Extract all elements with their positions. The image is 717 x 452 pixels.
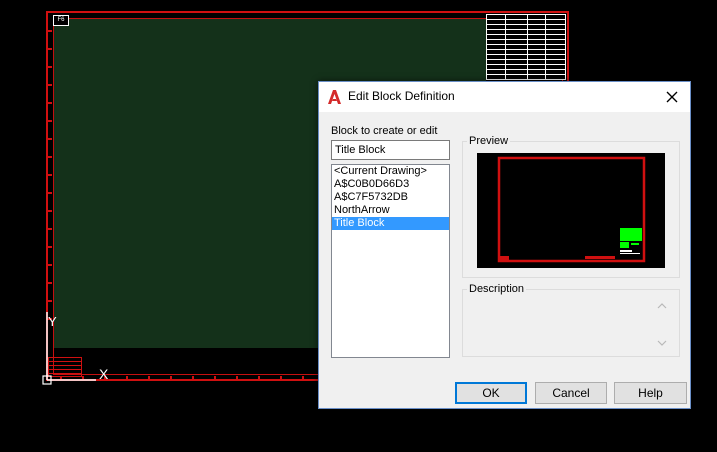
autocad-logo-icon [328,90,341,104]
block-list-item[interactable]: Title Block [332,217,449,230]
title-block-graphic [486,14,566,80]
ok-button[interactable]: OK [455,382,527,404]
preview-title: Preview [467,135,511,147]
ucs-y-label: Y [48,314,57,329]
help-button[interactable]: Help [614,382,687,404]
description-scrollbar[interactable] [653,296,671,352]
dialog-titlebar[interactable]: Edit Block Definition [319,82,690,112]
block-name-input[interactable] [331,140,450,160]
ucs-icon[interactable]: Y X [38,312,118,392]
sheet-grid-ticks-left [48,30,52,330]
sheet-label: F6 [53,15,69,26]
close-icon[interactable] [662,87,682,107]
scroll-down-icon [657,340,667,346]
ucs-x-label: X [99,366,109,382]
edit-block-definition-dialog: Edit Block Definition Block to create or… [318,81,691,409]
description-text [469,297,649,351]
block-list-item[interactable]: <Current Drawing> [332,165,449,178]
block-preview [477,153,665,268]
block-list-item[interactable]: NorthArrow [332,204,449,217]
description-title: Description [467,283,527,295]
scroll-up-icon [657,303,667,309]
block-list-item[interactable]: A$C7F5732DB [332,191,449,204]
block-list[interactable]: <Current Drawing> A$C0B0D66D3 A$C7F5732DB N… [331,164,450,358]
block-list-item[interactable]: A$C0B0D66D3 [332,178,449,191]
cancel-button[interactable]: Cancel [535,382,607,404]
dialog-title: Edit Block Definition [348,89,455,103]
block-name-label: Block to create or edit [331,125,438,137]
